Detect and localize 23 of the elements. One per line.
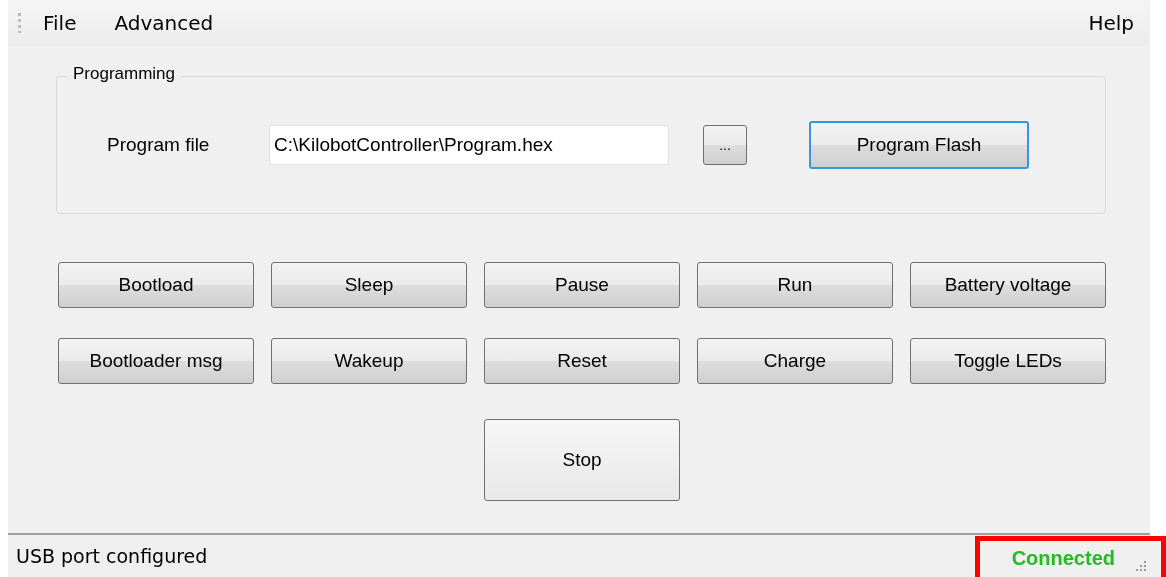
toolbar-grip-icon[interactable] <box>18 13 21 33</box>
menu-item[interactable]: Advanced <box>114 11 214 35</box>
browse-button[interactable]: ... <box>703 125 747 165</box>
program-flash-button[interactable]: Program Flash <box>809 121 1029 169</box>
command-button[interactable]: Toggle LEDs <box>910 338 1106 384</box>
resize-grip-icon[interactable] <box>1133 558 1147 573</box>
command-button[interactable]: Bootload <box>58 262 254 308</box>
stop-button[interactable]: Stop <box>484 419 680 501</box>
command-button[interactable]: Pause <box>484 262 680 308</box>
field-label: Program file <box>107 134 211 156</box>
connection-status: Connected <box>1011 547 1115 570</box>
menu-item[interactable]: Help <box>1088 11 1134 35</box>
command-button[interactable]: Bootloader msg <box>58 338 254 384</box>
file-path-field[interactable]: C:\KilobotController\Program.hex <box>269 125 669 165</box>
command-button[interactable]: Charge <box>697 338 893 384</box>
command-button[interactable]: Battery voltage <box>910 262 1106 308</box>
status-message: USB port configured <box>16 545 208 567</box>
group-title: Programming <box>67 64 182 84</box>
menu-item[interactable]: File <box>43 11 77 35</box>
command-button[interactable]: Wakeup <box>271 338 467 384</box>
command-button[interactable]: Run <box>697 262 893 308</box>
command-button[interactable]: Sleep <box>271 262 467 308</box>
command-button[interactable]: Reset <box>484 338 680 384</box>
